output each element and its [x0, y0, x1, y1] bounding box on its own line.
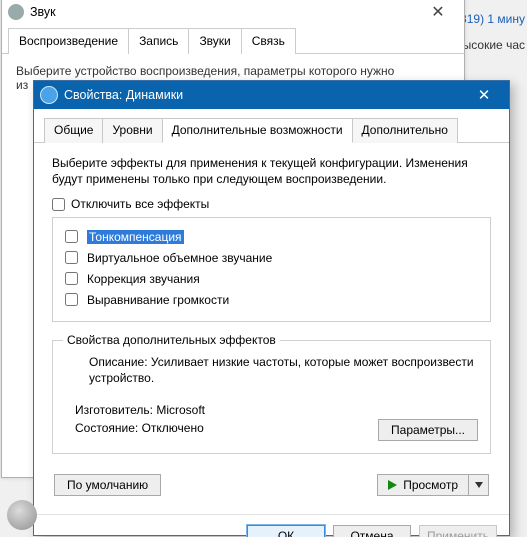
preview-label: Просмотр: [403, 478, 458, 492]
apply-button[interactable]: Применить: [419, 525, 497, 537]
properties-titlebar[interactable]: Свойства: Динамики ✕: [34, 81, 509, 109]
effect-loudness-eq[interactable]: Выравнивание громкости: [61, 290, 482, 309]
sound-tab-record[interactable]: Запись: [128, 28, 189, 54]
disable-all-effects[interactable]: Отключить все эффекты: [52, 197, 491, 211]
tab-enhancements[interactable]: Дополнительные возможности: [162, 118, 353, 143]
sound-icon: [8, 4, 24, 20]
bg-link-fragment: 319) 1 мину: [460, 12, 525, 26]
sound-close-button[interactable]: ✕: [418, 0, 458, 24]
avatar: [7, 500, 37, 530]
disable-all-effects-label: Отключить все эффекты: [71, 197, 209, 211]
sound-tab-playback[interactable]: Воспроизведение: [8, 28, 129, 54]
effect-room-correction-checkbox[interactable]: [65, 272, 78, 285]
sound-tab-sounds[interactable]: Звуки: [188, 28, 241, 54]
effects-list: Тонкомпенсация Виртуальное объемное звуч…: [52, 217, 491, 322]
tab-levels[interactable]: Уровни: [102, 118, 162, 143]
bg-text-fragment: ысокие час: [463, 38, 525, 52]
properties-window: Свойства: Динамики ✕ Общие Уровни Дополн…: [33, 80, 510, 536]
effect-properties-legend: Свойства дополнительных эффектов: [63, 333, 280, 347]
effect-loudness-eq-label: Выравнивание громкости: [87, 293, 229, 307]
play-icon: [388, 480, 397, 490]
sound-tabs: Воспроизведение Запись Звуки Связь: [2, 27, 464, 54]
restore-defaults-button[interactable]: По умолчанию: [54, 474, 161, 496]
sound-title: Звук: [30, 5, 56, 19]
tab-general[interactable]: Общие: [44, 118, 103, 143]
effect-bass-boost-checkbox[interactable]: [65, 230, 78, 243]
preview-dropdown-button[interactable]: [469, 474, 489, 496]
sound-hint: Выберите устройство воспроизведения, пар…: [16, 64, 450, 78]
effect-virtual-surround-label: Виртуальное объемное звучание: [87, 251, 272, 265]
properties-close-button[interactable]: ✕: [463, 84, 505, 106]
preview-split-button[interactable]: Просмотр: [377, 474, 489, 496]
tab-advanced[interactable]: Дополнительно: [352, 118, 458, 143]
intro-text: Выберите эффекты для применения к текуще…: [52, 155, 491, 187]
effect-bass-boost[interactable]: Тонкомпенсация: [61, 227, 482, 246]
manufacturer-row: Изготовитель: Microsoft: [75, 403, 478, 417]
effect-loudness-eq-checkbox[interactable]: [65, 293, 78, 306]
sound-tab-comm[interactable]: Связь: [241, 28, 296, 54]
cancel-button[interactable]: Отмена: [333, 525, 411, 537]
effect-room-correction-label: Коррекция звучания: [87, 272, 200, 286]
effect-virtual-surround-checkbox[interactable]: [65, 251, 78, 264]
parameters-button[interactable]: Параметры...: [378, 419, 478, 441]
effect-description: Описание: Усиливает низкие частоты, кото…: [89, 355, 478, 386]
properties-title: Свойства: Динамики: [64, 88, 183, 102]
effect-bass-boost-label: Тонкомпенсация: [87, 230, 184, 244]
properties-tabs: Общие Уровни Дополнительные возможности …: [34, 109, 509, 143]
effect-properties-group: Свойства дополнительных эффектов Описани…: [52, 340, 491, 453]
chevron-down-icon: [475, 482, 483, 488]
disable-all-effects-checkbox[interactable]: [52, 198, 65, 211]
effect-virtual-surround[interactable]: Виртуальное объемное звучание: [61, 248, 482, 267]
effect-room-correction[interactable]: Коррекция звучания: [61, 269, 482, 288]
ok-button[interactable]: ОК: [247, 525, 325, 537]
preview-play-button[interactable]: Просмотр: [377, 474, 469, 496]
speaker-icon: [40, 86, 58, 104]
